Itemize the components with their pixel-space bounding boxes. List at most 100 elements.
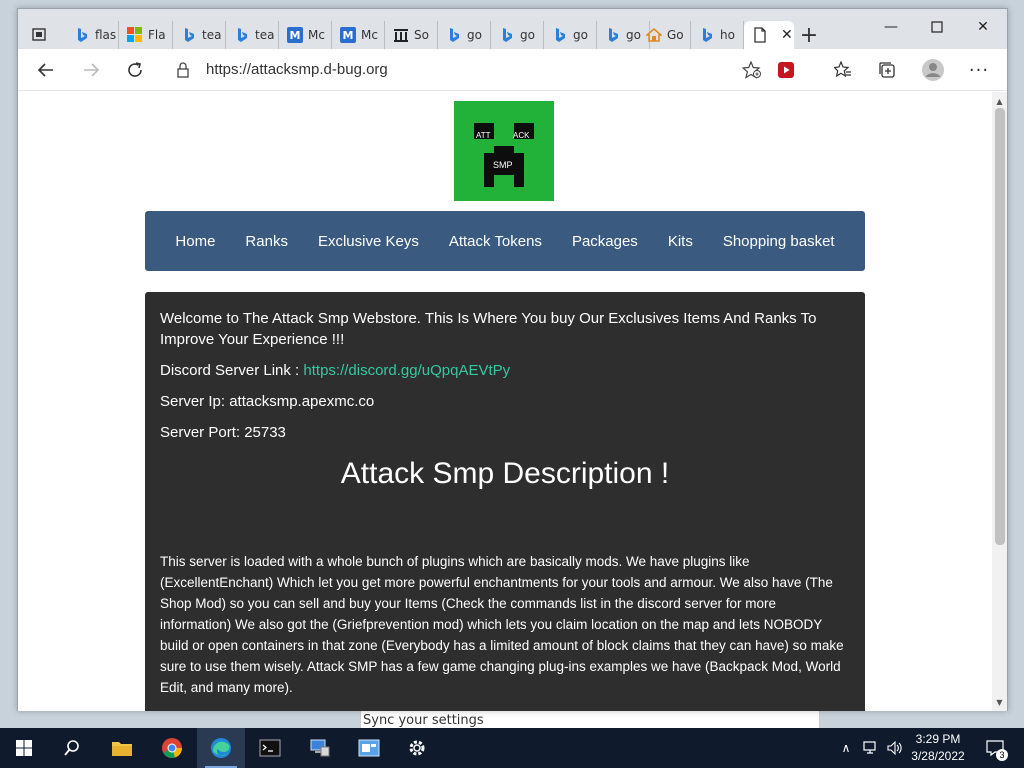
collections-icon: [879, 62, 895, 78]
bing-icon: [699, 27, 715, 43]
nav-exclusive-keys[interactable]: Exclusive Keys: [303, 233, 434, 250]
site-logo[interactable]: ATT ACK SMP: [454, 101, 554, 201]
search-icon: [64, 740, 79, 756]
tab-2[interactable]: Fla: [119, 21, 173, 49]
maximize-button[interactable]: [914, 13, 960, 41]
taskbar: ∧ 3:29 PM 3/28/2022 3: [0, 728, 1024, 768]
microsoft-icon: [127, 27, 143, 43]
terminal-button[interactable]: [246, 728, 294, 768]
tab-7[interactable]: So: [385, 21, 438, 49]
search-button[interactable]: [48, 728, 96, 768]
collections-button[interactable]: [872, 56, 902, 84]
lock-icon: [176, 62, 190, 82]
control-panel-button[interactable]: [345, 728, 393, 768]
tab-9[interactable]: go: [491, 21, 544, 49]
discord-line: Discord Server Link : https://discord.gg…: [160, 360, 850, 381]
add-favorite-icon[interactable]: [741, 60, 762, 83]
network-icon: [863, 741, 876, 754]
tab-3[interactable]: tea: [173, 21, 226, 49]
nav-attack-tokens[interactable]: Attack Tokens: [434, 233, 557, 250]
refresh-button[interactable]: [120, 56, 150, 84]
avatar-icon: [922, 59, 944, 81]
minimize-button[interactable]: —: [868, 13, 914, 41]
edge-icon: [211, 738, 231, 758]
m-icon: M: [340, 27, 356, 43]
tab-active[interactable]: ✕: [744, 21, 794, 49]
scroll-thumb[interactable]: [995, 108, 1005, 545]
scroll-up-arrow-icon[interactable]: ▲: [992, 94, 1007, 108]
volume-control[interactable]: [884, 728, 906, 768]
tab-strip: flas Fla tea tea M Mc M Mc So go go go g…: [18, 9, 1007, 49]
tab-4[interactable]: tea: [226, 21, 279, 49]
start-button[interactable]: [0, 728, 48, 768]
museum-icon: [393, 27, 409, 43]
tab-6[interactable]: M Mc: [332, 21, 385, 49]
browser-window: flas Fla tea tea M Mc M Mc So go go go g…: [17, 8, 1008, 711]
refresh-icon: [128, 62, 142, 77]
bing-icon: [499, 27, 515, 43]
minimize-icon: —: [884, 19, 898, 35]
close-tab-icon[interactable]: ✕: [781, 27, 793, 43]
tab-1[interactable]: flas: [66, 21, 119, 49]
network-app-button[interactable]: [296, 728, 344, 768]
nav-kits[interactable]: Kits: [653, 233, 708, 250]
back-button[interactable]: [31, 56, 61, 84]
tab-13[interactable]: ho: [691, 21, 744, 49]
bing-icon: [552, 27, 568, 43]
tab-12[interactable]: Go: [638, 21, 691, 49]
browser-toolbar: https://attacksmp.d-bug.org ···: [18, 49, 1007, 91]
show-hidden-icons[interactable]: ∧: [836, 728, 856, 768]
bing-icon: [181, 27, 197, 43]
tab-actions-button[interactable]: [24, 21, 54, 47]
clock-date: 3/28/2022: [911, 749, 965, 763]
server-port: Server Port: 25733: [160, 424, 286, 441]
nav-home[interactable]: Home: [160, 233, 230, 250]
network-status[interactable]: [860, 728, 882, 768]
background-window-text: Sync your settings: [360, 708, 820, 730]
windows-icon: [16, 740, 32, 756]
gear-icon: [409, 740, 425, 756]
nav-shopping-basket[interactable]: Shopping basket: [708, 233, 850, 250]
youtube-icon: [778, 62, 794, 78]
action-center-button[interactable]: 3: [980, 728, 1010, 768]
clock-time: 3:29 PM: [915, 732, 961, 746]
address-url[interactable]: https://attacksmp.d-bug.org: [206, 61, 388, 78]
tab-5[interactable]: M Mc: [279, 21, 332, 49]
discord-link[interactable]: https://discord.gg/uQpqAEVtPy: [303, 362, 510, 379]
computer-network-icon: [310, 739, 330, 757]
bing-icon: [74, 27, 90, 43]
tab-10[interactable]: go: [544, 21, 597, 49]
nav-packages[interactable]: Packages: [557, 233, 653, 250]
bing-icon: [234, 27, 250, 43]
tab-8[interactable]: go: [438, 21, 491, 49]
chevron-up-icon: ∧: [841, 741, 851, 755]
edge-button[interactable]: [197, 728, 245, 768]
page-viewport: ATT ACK SMP Home Ranks Exclusive Keys At…: [18, 92, 992, 711]
youtube-extension-button[interactable]: [771, 56, 801, 84]
close-window-button[interactable]: ✕: [960, 13, 1006, 41]
address-bar[interactable]: https://attacksmp.d-bug.org: [162, 55, 762, 85]
tab-actions-icon: [32, 28, 46, 41]
nav-ranks[interactable]: Ranks: [230, 233, 303, 250]
server-ip: Server Ip: attacksmp.apexmc.co: [160, 393, 375, 410]
settings-button[interactable]: [393, 728, 441, 768]
forward-button[interactable]: [76, 56, 106, 84]
settings-menu-button[interactable]: ···: [964, 56, 994, 84]
chrome-icon: [162, 738, 182, 758]
main-nav: Home Ranks Exclusive Keys Attack Tokens …: [145, 211, 865, 271]
new-tab-button[interactable]: +: [796, 23, 822, 49]
profile-button[interactable]: [918, 56, 948, 84]
home-icon: [646, 27, 662, 43]
folder-icon: [112, 742, 132, 756]
notification-count-badge: 3: [996, 749, 1008, 761]
taskbar-clock[interactable]: 3:29 PM 3/28/2022: [906, 731, 970, 765]
page-scrollbar[interactable]: ▲ ▼: [992, 92, 1007, 711]
scroll-down-arrow-icon[interactable]: ▼: [992, 695, 1007, 709]
file-explorer-button[interactable]: [98, 728, 146, 768]
content-panel: Welcome to The Attack Smp Webstore. This…: [145, 292, 865, 711]
favorites-button[interactable]: [828, 56, 858, 84]
description-heading: Attack Smp Description !: [340, 457, 670, 490]
bing-icon: [446, 27, 462, 43]
speaker-icon: [887, 741, 902, 755]
chrome-button[interactable]: [148, 728, 196, 768]
